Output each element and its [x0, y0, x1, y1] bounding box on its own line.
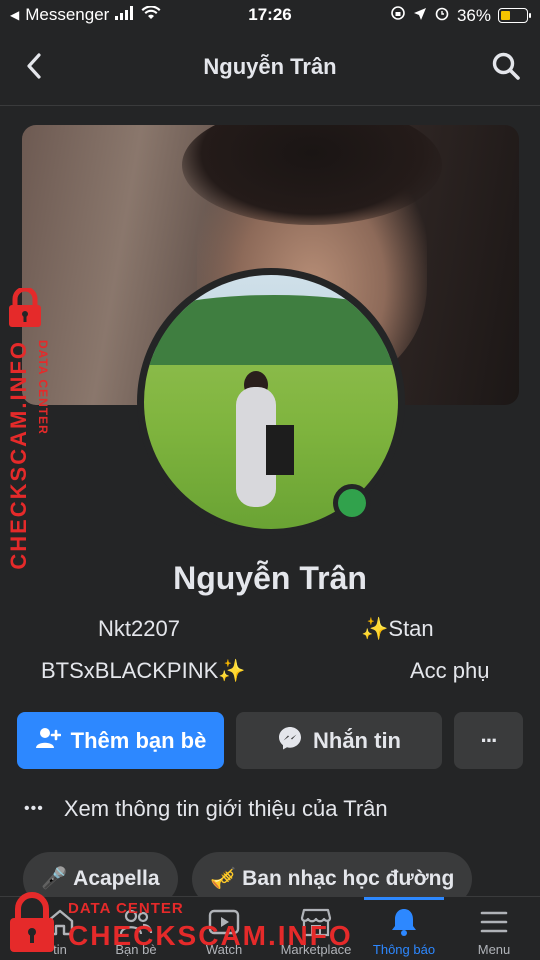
tab-menu-label: Menu: [477, 942, 511, 957]
add-friend-label: Thêm bạn bè: [70, 727, 207, 753]
message-button[interactable]: Nhắn tin: [236, 712, 442, 769]
status-right: 36%: [390, 5, 531, 26]
tab-notifications[interactable]: Thông báo: [364, 897, 444, 960]
avatar-mountain: [144, 295, 398, 365]
bio-line2-left: BTSxBLACKPINK✨: [41, 658, 246, 683]
alarm-icon: [434, 5, 450, 26]
watermark-bottom: DATA CENTER CHECKSCAM.INFO: [6, 888, 351, 959]
more-dots-icon: ···: [480, 727, 499, 753]
bell-icon: [387, 905, 421, 939]
battery-level: [501, 11, 510, 20]
padlock-icon: [6, 286, 44, 328]
bio-line1-left: Nkt2207: [98, 616, 180, 641]
watermark-side-big: CHECKSCAM.INFO: [6, 340, 31, 570]
messenger-icon: [277, 725, 303, 757]
location-icon: [413, 6, 427, 26]
watermark-bottom-small: DATA CENTER: [68, 900, 184, 917]
avatar-chair: [266, 425, 294, 475]
menu-icon: [477, 905, 511, 939]
page-title: Nguyễn Trân: [203, 54, 337, 79]
see-intro-row[interactable]: ••• Xem thông tin giới thiệu của Trân: [24, 796, 388, 822]
rotation-lock-icon: [390, 5, 406, 26]
battery-percent: 36%: [456, 5, 491, 25]
add-friend-icon: [35, 726, 61, 756]
nav-header: Nguyễn Trân: [0, 30, 540, 106]
battery-icon: [498, 8, 531, 23]
watermark-side-small: DATA CENTER: [36, 340, 50, 435]
tab-menu[interactable]: Menu: [454, 897, 534, 960]
search-icon: [491, 51, 521, 86]
tab-notifications-label: Thông báo: [372, 942, 436, 957]
search-button[interactable]: [486, 48, 526, 88]
padlock-icon: [6, 892, 58, 959]
bio-line2-right: Acc phụ: [410, 658, 490, 683]
profile-name: Nguyễn Trân: [173, 560, 367, 596]
watermark-bottom-big: CHECKSCAM.INFO: [68, 920, 353, 951]
see-intro-label: Xem thông tin giới thiệu của Trân: [63, 796, 388, 821]
more-horizontal-icon: •••: [24, 800, 44, 817]
message-label: Nhắn tin: [313, 727, 401, 753]
more-options-button[interactable]: ···: [454, 712, 523, 769]
add-friend-button[interactable]: Thêm bạn bè: [17, 712, 224, 769]
online-status-dot: [333, 484, 371, 522]
bio-line1-right: ✨Stan: [361, 616, 434, 641]
watermark-side: CHECKSCAM.INFO DATA CENTER: [2, 286, 60, 570]
status-bar: ◀ Messenger 17:26 36%: [0, 0, 540, 30]
